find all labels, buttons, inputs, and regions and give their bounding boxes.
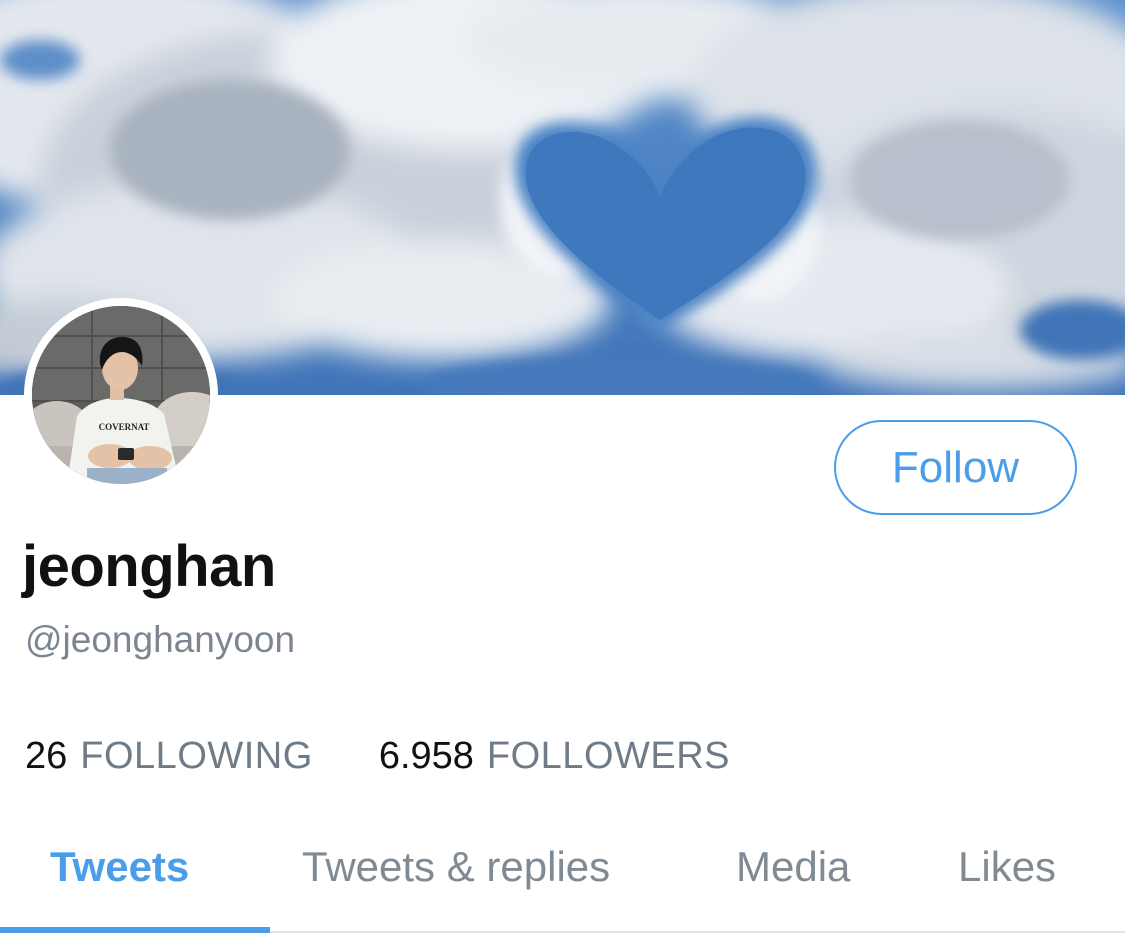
profile-avatar[interactable]: COVERNAT bbox=[24, 298, 218, 492]
followers-stat[interactable]: 6.958 FOLLOWERS bbox=[379, 732, 730, 780]
tab-tweets[interactable]: Tweets bbox=[50, 840, 189, 894]
profile-stats: 26 FOLLOWING 6.958 FOLLOWERS bbox=[25, 732, 730, 780]
shirt-logo-text: COVERNAT bbox=[99, 422, 150, 432]
avatar-photo: COVERNAT bbox=[32, 306, 210, 484]
active-tab-indicator bbox=[0, 927, 270, 933]
profile-tabs: Tweets Tweets & replies Media Likes bbox=[0, 830, 1125, 936]
tab-likes[interactable]: Likes bbox=[958, 840, 1056, 894]
tab-tweets-and-replies[interactable]: Tweets & replies bbox=[302, 840, 610, 894]
following-label: FOLLOWING bbox=[80, 735, 313, 777]
follow-button[interactable]: Follow bbox=[834, 420, 1077, 515]
profile-page: COVERNAT Follow jeonghan @jeonghanyoon 2… bbox=[0, 0, 1125, 936]
followers-label: FOLLOWERS bbox=[486, 735, 731, 777]
following-count: 26 bbox=[25, 735, 68, 777]
followers-count: 6.958 bbox=[378, 735, 474, 777]
tab-media[interactable]: Media bbox=[736, 840, 850, 894]
profile-handle: @jeonghanyoon bbox=[25, 619, 296, 660]
profile-display-name: jeonghan bbox=[22, 534, 276, 599]
following-stat[interactable]: 26 FOLLOWING bbox=[25, 732, 313, 780]
